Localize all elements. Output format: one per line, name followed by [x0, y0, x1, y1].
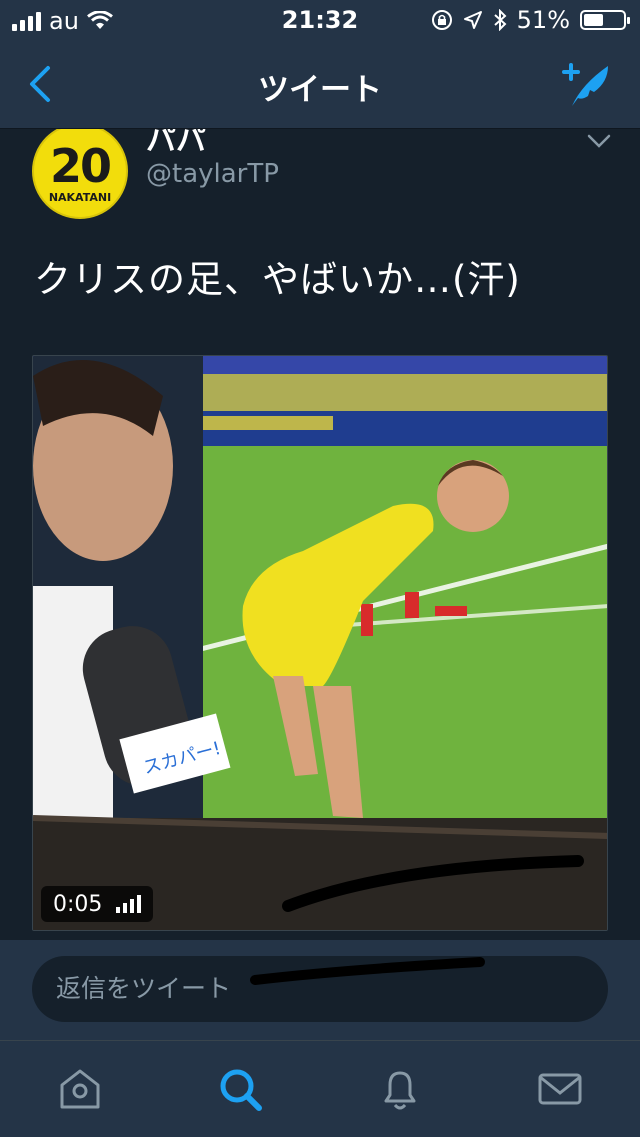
page-title: ツイート — [258, 72, 382, 108]
tweet-text: クリスの足、やばいか…(汗) — [34, 258, 521, 301]
bottle — [361, 604, 373, 636]
home-icon[interactable] — [56, 1065, 104, 1113]
chevron-down-icon[interactable] — [586, 131, 612, 151]
reply-input[interactable]: 返信をツイート — [32, 956, 608, 1022]
avatar[interactable]: 20 NAKATANI — [32, 129, 128, 219]
video-duration: 0:05 — [53, 891, 103, 917]
status-right: 51% — [431, 6, 630, 34]
video-frame: スカパー! — [33, 356, 607, 930]
crowd-yellow — [133, 374, 607, 414]
rotation-lock-icon — [431, 10, 452, 30]
volume-icon[interactable] — [116, 895, 142, 913]
search-icon[interactable] — [216, 1065, 264, 1113]
video-duration-badge: 0:05 — [41, 886, 154, 922]
bluetooth-icon — [493, 9, 507, 31]
bottle — [405, 592, 419, 618]
ad-text-strip — [193, 416, 333, 430]
location-arrow-icon — [463, 11, 482, 29]
navigation-bar: ツイート — [0, 40, 640, 129]
avatar-number: 20 — [49, 139, 112, 193]
battery-fill — [584, 14, 603, 26]
tweet-video[interactable]: スカパー! 0:05 — [32, 355, 608, 931]
reply-area: 返信をツイート — [0, 940, 640, 1040]
avatar-name: NAKATANI — [48, 191, 112, 204]
bell-icon[interactable] — [376, 1065, 424, 1113]
bottle — [435, 606, 467, 616]
mail-icon[interactable] — [536, 1065, 584, 1113]
reply-placeholder: 返信をツイート — [56, 974, 232, 1003]
tweet-detail: 20 NAKATANI パパ @taylarTP クリスの足、やばいか…(汗) — [0, 129, 640, 939]
user-handle[interactable]: @taylarTP — [146, 159, 279, 189]
status-bar: au 21:32 51% — [0, 0, 640, 40]
battery-cap — [627, 17, 630, 24]
battery-icon — [580, 10, 630, 30]
compose-tweet-icon[interactable] — [558, 60, 612, 110]
battery-percent: 51% — [516, 6, 570, 34]
tab-bar — [0, 1040, 640, 1137]
display-name[interactable]: パパ — [146, 129, 206, 159]
